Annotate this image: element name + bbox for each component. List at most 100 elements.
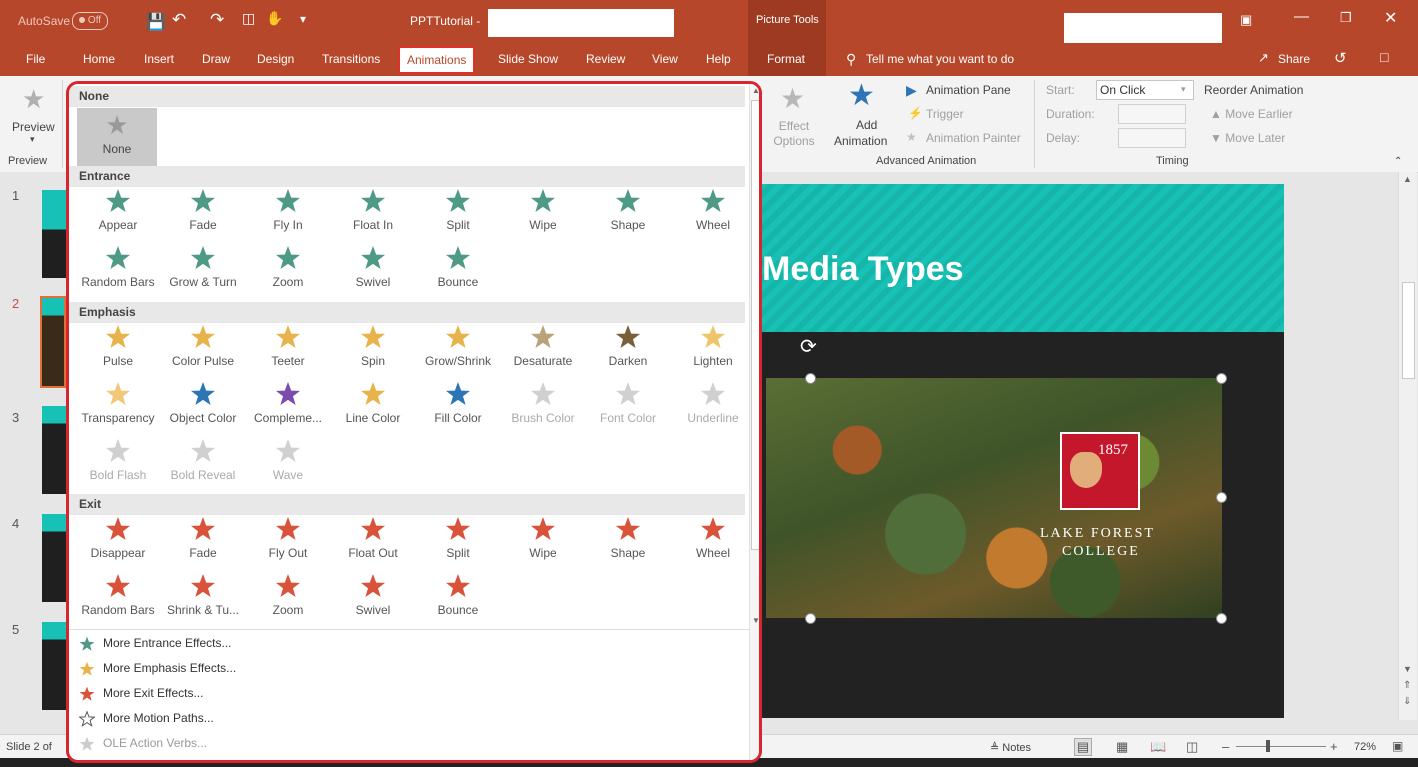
fit-slide-icon[interactable]: ▣ xyxy=(1392,739,1403,753)
gallery-scroll-up-icon[interactable]: ▲ xyxy=(752,86,759,95)
animation-emphasis-desaturate[interactable]: Desaturate xyxy=(500,324,586,380)
animation-exit-wipe[interactable]: Wipe xyxy=(500,516,586,572)
delay-input[interactable] xyxy=(1118,128,1186,148)
tab-draw[interactable]: Draw xyxy=(202,52,230,66)
notes-button[interactable]: ≜ Notes xyxy=(990,741,1031,754)
more-effects-link-more-motion-paths[interactable]: More Motion Paths... xyxy=(78,710,214,727)
animation-exit-fly-out[interactable]: Fly Out xyxy=(245,516,331,572)
preview-icon[interactable]: ★ xyxy=(22,84,45,115)
animation-entrance-fly-in[interactable]: Fly In xyxy=(245,188,331,244)
slide-sorter-icon[interactable]: ▦ xyxy=(1116,739,1128,755)
tab-insert[interactable]: Insert xyxy=(144,52,174,66)
more-effects-link-ole-action-verbs[interactable]: OLE Action Verbs... xyxy=(79,736,207,752)
tab-review[interactable]: Review xyxy=(586,52,625,66)
animation-entrance-fade[interactable]: Fade xyxy=(160,188,246,244)
gallery-scroll-thumb[interactable] xyxy=(751,100,759,550)
resize-handle[interactable] xyxy=(805,613,816,624)
animation-emphasis-underline[interactable]: Underline xyxy=(670,381,756,437)
more-effects-link-more-emphasis-effects[interactable]: More Emphasis Effects... xyxy=(79,661,236,677)
animation-emphasis-bold-reveal[interactable]: Bold Reveal xyxy=(160,438,246,494)
scroll-down-icon[interactable]: ▼ xyxy=(1403,664,1412,674)
tab-slide-show[interactable]: Slide Show xyxy=(498,52,558,66)
animation-exit-swivel[interactable]: Swivel xyxy=(330,573,416,629)
tab-animations[interactable]: Animations xyxy=(398,46,476,74)
duration-input[interactable] xyxy=(1118,104,1186,124)
slide-thumbnail-3[interactable] xyxy=(42,406,66,494)
reading-view-icon[interactable]: 📖 xyxy=(1150,739,1166,755)
tab-help[interactable]: Help xyxy=(706,52,731,66)
animation-emphasis-spin[interactable]: Spin xyxy=(330,324,416,380)
redo-icon[interactable]: ↷ xyxy=(210,10,224,30)
animation-emphasis-lighten[interactable]: Lighten xyxy=(670,324,756,380)
previous-slide-icon[interactable]: ⇑ xyxy=(1403,680,1411,691)
move-later-button[interactable]: ▼ Move Later xyxy=(1210,131,1285,145)
ribbon-display-icon[interactable]: ▣ xyxy=(1240,12,1252,28)
zoom-slider[interactable] xyxy=(1236,746,1326,747)
tab-file[interactable]: File xyxy=(26,52,45,66)
more-effects-link-more-exit-effects[interactable]: More Exit Effects... xyxy=(79,686,203,702)
tell-me-box[interactable]: Tell me what you want to do xyxy=(866,52,1014,66)
animation-entrance-grow-turn[interactable]: Grow & Turn xyxy=(160,245,246,301)
gallery-scroll-down-icon[interactable]: ▼ xyxy=(752,616,759,625)
resize-handle[interactable] xyxy=(1216,373,1227,384)
campus-photo[interactable] xyxy=(766,378,1222,618)
animation-entrance-random-bars[interactable]: Random Bars xyxy=(75,245,161,301)
animation-entrance-wheel[interactable]: Wheel xyxy=(670,188,756,244)
trigger-button[interactable]: Trigger xyxy=(926,107,964,121)
collapse-ribbon-icon[interactable]: ⌃ xyxy=(1394,156,1402,167)
slide-thumbnail-2[interactable] xyxy=(40,296,66,388)
slideshow-view-icon[interactable]: ◫ xyxy=(1186,739,1198,755)
next-slide-icon[interactable]: ⇓ xyxy=(1403,696,1411,707)
animation-entrance-wipe[interactable]: Wipe xyxy=(500,188,586,244)
animation-emphasis-bold-flash[interactable]: Bold Flash xyxy=(75,438,161,494)
zoom-out-icon[interactable]: – xyxy=(1222,739,1229,754)
touch-mode-icon[interactable]: ✋ xyxy=(266,10,283,27)
animation-entrance-shape[interactable]: Shape xyxy=(585,188,671,244)
tab-transitions[interactable]: Transitions xyxy=(322,52,380,66)
animation-entrance-float-in[interactable]: Float In xyxy=(330,188,416,244)
scroll-up-icon[interactable]: ▲ xyxy=(1403,174,1412,184)
slide-title[interactable]: Media Types xyxy=(762,250,964,289)
effect-options-button[interactable]: Effect Options xyxy=(768,119,820,149)
animation-exit-shrink-tu[interactable]: Shrink & Tu... xyxy=(160,573,246,629)
animation-exit-disappear[interactable]: Disappear xyxy=(75,516,161,572)
normal-view-icon[interactable]: ▤ xyxy=(1074,738,1092,756)
animation-emphasis-fill-color[interactable]: Fill Color xyxy=(415,381,501,437)
close-icon[interactable]: ✕ xyxy=(1384,8,1397,28)
animation-pane-button[interactable]: Animation Pane xyxy=(926,83,1011,97)
zoom-in-icon[interactable]: + xyxy=(1330,739,1338,754)
animation-exit-fade[interactable]: Fade xyxy=(160,516,246,572)
gallery-scrollbar[interactable]: ▲ ▼ xyxy=(749,84,759,760)
history-icon[interactable]: ↺ xyxy=(1334,49,1347,67)
resize-handle[interactable] xyxy=(1216,613,1227,624)
animation-exit-shape[interactable]: Shape xyxy=(585,516,671,572)
start-select[interactable]: On Click ▾ xyxy=(1096,80,1194,100)
effect-options-icon[interactable]: ★ xyxy=(780,82,805,115)
animation-emphasis-darken[interactable]: Darken xyxy=(585,324,671,380)
tab-home[interactable]: Home xyxy=(83,52,115,66)
tab-design[interactable]: Design xyxy=(257,52,294,66)
animation-emphasis-line-color[interactable]: Line Color xyxy=(330,381,416,437)
animation-exit-zoom[interactable]: Zoom xyxy=(245,573,331,629)
animation-none[interactable]: ★ None xyxy=(77,108,157,166)
animation-emphasis-teeter[interactable]: Teeter xyxy=(245,324,331,380)
animation-emphasis-font-color[interactable]: Font Color xyxy=(585,381,671,437)
more-effects-link-more-entrance-effects[interactable]: More Entrance Effects... xyxy=(79,636,232,652)
comments-icon[interactable]: □ xyxy=(1380,49,1388,65)
animation-painter-button[interactable]: Animation Painter xyxy=(926,131,1021,145)
move-earlier-button[interactable]: ▲ Move Earlier xyxy=(1210,107,1293,121)
undo-icon[interactable]: ↶ xyxy=(172,10,186,30)
animation-exit-split[interactable]: Split xyxy=(415,516,501,572)
add-animation-label-2[interactable]: Animation xyxy=(834,134,887,148)
tab-format[interactable]: Format xyxy=(767,52,805,66)
animation-emphasis-object-color[interactable]: Object Color xyxy=(160,381,246,437)
animation-entrance-zoom[interactable]: Zoom xyxy=(245,245,331,301)
share-button[interactable]: Share xyxy=(1278,52,1310,66)
rotate-handle-icon[interactable]: ⟳ xyxy=(800,334,817,359)
animation-exit-float-out[interactable]: Float Out xyxy=(330,516,416,572)
animation-entrance-split[interactable]: Split xyxy=(415,188,501,244)
animation-entrance-bounce[interactable]: Bounce xyxy=(415,245,501,301)
animation-exit-bounce[interactable]: Bounce xyxy=(415,573,501,629)
animation-exit-random-bars[interactable]: Random Bars xyxy=(75,573,161,629)
autosave-toggle[interactable]: Off xyxy=(72,12,108,30)
